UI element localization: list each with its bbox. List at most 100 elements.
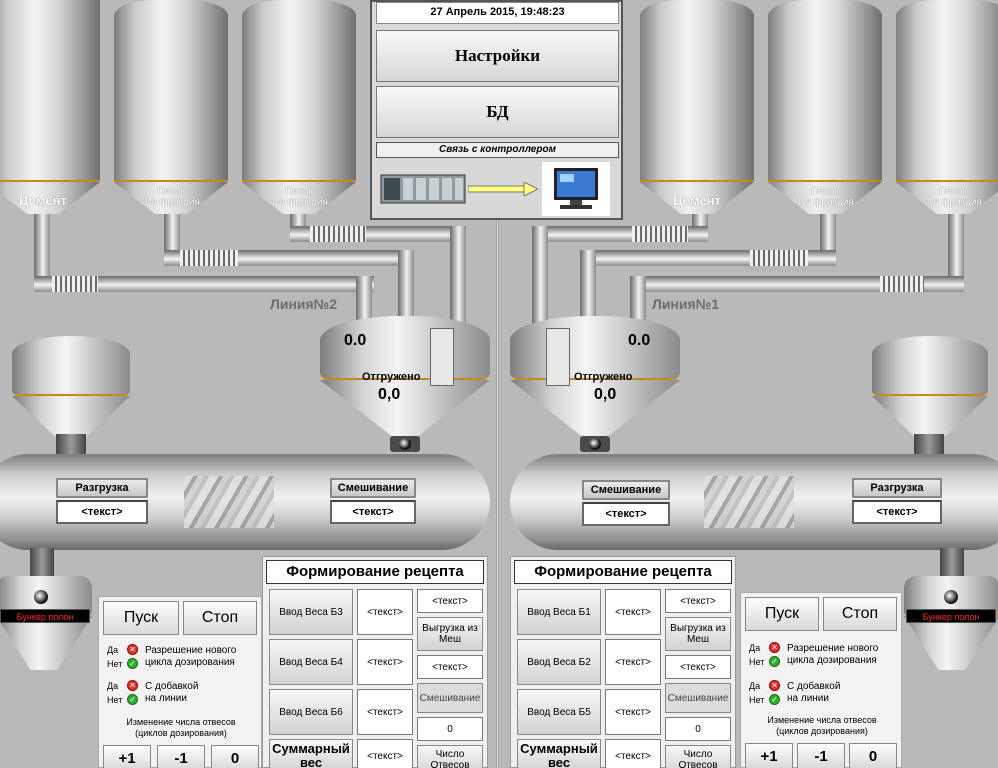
mix-caption: Смешивание xyxy=(582,480,670,500)
valve-right xyxy=(580,436,610,452)
option-no-label: Нет xyxy=(107,659,123,669)
red-cross-icon[interactable]: ✕ xyxy=(769,680,780,691)
bin-neck xyxy=(56,434,86,456)
red-cross-icon[interactable]: ✕ xyxy=(127,644,138,655)
option-yes-label: Да xyxy=(749,681,761,691)
minus-one-button[interactable]: -1 xyxy=(157,745,205,768)
weight-b1-field: <текст> xyxy=(605,589,661,635)
plus-one-button[interactable]: +1 xyxy=(745,743,793,768)
option-new-cycle-text: Разрешение нового цикла дозирования xyxy=(787,643,879,666)
weigher-value: 0.0 xyxy=(628,332,651,349)
silo-label: Песок 1-я фракция xyxy=(796,186,854,208)
mix-caption: Смешивание xyxy=(330,478,416,498)
recipe-title: Формирование рецепта xyxy=(266,560,484,584)
red-cross-icon[interactable]: ✕ xyxy=(127,680,138,691)
db-button[interactable]: БД xyxy=(376,86,619,138)
pipe xyxy=(532,226,548,324)
weigher-left: 0.0 Отгружено 0,0 xyxy=(320,316,490,436)
input-weight-b5-button[interactable]: Ввод Веса Б5 xyxy=(517,689,601,735)
mixer-outlet xyxy=(30,548,54,578)
minus-one-button[interactable]: -1 xyxy=(797,743,845,768)
silo-label: Песок 2-я фракция xyxy=(924,186,982,208)
controller-link-status: Связь с контроллером xyxy=(376,142,619,158)
screw-conveyor xyxy=(180,250,238,266)
unload-bags-button[interactable]: Выгрузка из Меш xyxy=(417,617,483,651)
line-name-right: Линия№1 xyxy=(652,296,720,312)
control-panel-right: Пуск Стоп Да Нет ✕ ✓ Разрешение нового ц… xyxy=(740,592,902,768)
screw-conveyor xyxy=(880,276,924,292)
mixing-button[interactable]: Смешивание xyxy=(417,683,483,713)
additive-bin-cone xyxy=(872,396,988,436)
settings-button[interactable]: Настройки xyxy=(376,30,619,82)
shipped-value: 0,0 xyxy=(594,386,617,403)
option-no-label: Нет xyxy=(749,657,765,667)
output-bunker-cone xyxy=(904,616,998,670)
cycles-change-label: Изменение числа отвесов (циклов дозирова… xyxy=(126,717,236,738)
mix-status-field: <текст> xyxy=(330,500,416,524)
valve-left xyxy=(390,436,420,452)
option-no-label: Нет xyxy=(107,695,123,705)
input-weight-b4-button[interactable]: Ввод Веса Б4 xyxy=(269,639,353,685)
total-weight-field: <текст> xyxy=(357,739,413,768)
green-check-icon[interactable]: ✓ xyxy=(769,656,780,667)
line-divider xyxy=(496,220,499,768)
silo-label: Песок 1-я фракция xyxy=(270,186,328,208)
stop-button[interactable]: Стоп xyxy=(183,601,257,635)
total-weight-label: Суммарный вес xyxy=(517,739,601,768)
mixer-blades-icon xyxy=(704,476,794,528)
weigher-value: 0.0 xyxy=(344,332,367,349)
silo-sand-left-1: Песок 3-я фракция xyxy=(114,0,228,214)
weigher-right: 0.0 Отгружено 0,0 xyxy=(510,316,680,436)
unload-status-field: <текст> xyxy=(56,500,148,524)
input-weight-b6-button[interactable]: Ввод Веса Б6 xyxy=(269,689,353,735)
stop-button[interactable]: Стоп xyxy=(823,597,897,631)
screw-conveyor xyxy=(52,276,98,292)
unload-caption: Разгрузка xyxy=(56,478,148,498)
batch-count-button[interactable]: Число Отвесов xyxy=(417,745,483,768)
bin-neck xyxy=(914,434,944,456)
silo-sand-left-2: Песок 1-я фракция xyxy=(242,0,356,214)
option-additive-text: С добавкой на линии xyxy=(145,681,199,704)
recipe-status-field: <текст> xyxy=(417,589,483,613)
start-button[interactable]: Пуск xyxy=(103,601,179,635)
total-weight-label: Суммарный вес xyxy=(269,739,353,768)
option-new-cycle-text: Разрешение нового цикла дозирования xyxy=(145,645,237,668)
weigher-level-gauge xyxy=(430,328,454,386)
additive-bin-right xyxy=(872,336,988,396)
recipe-title: Формирование рецепта xyxy=(514,560,732,584)
green-check-icon[interactable]: ✓ xyxy=(127,658,138,669)
screw-conveyor xyxy=(750,250,808,266)
recipe-status-field: <текст> xyxy=(665,655,731,679)
start-button[interactable]: Пуск xyxy=(745,597,819,631)
plc-controller-icon xyxy=(380,172,466,206)
option-yes-label: Да xyxy=(749,643,761,653)
weight-b2-field: <текст> xyxy=(605,639,661,685)
green-check-icon[interactable]: ✓ xyxy=(769,694,780,705)
mixing-button[interactable]: Смешивание xyxy=(665,683,731,713)
recipe-panel-left: Формирование рецепта Ввод Веса Б3 <текст… xyxy=(262,556,488,768)
reset-zero-button[interactable]: 0 xyxy=(849,743,897,768)
mixer-blades-icon xyxy=(184,476,274,528)
plus-one-button[interactable]: +1 xyxy=(103,745,151,768)
weight-b6-field: <текст> xyxy=(357,689,413,735)
batch-count-button[interactable]: Число Отвесов xyxy=(665,745,731,768)
silo-cement-right: Цемент xyxy=(640,0,754,214)
unload-bags-button[interactable]: Выгрузка из Меш xyxy=(665,617,731,651)
input-weight-b3-button[interactable]: Ввод Веса Б3 xyxy=(269,589,353,635)
additive-bin-cone xyxy=(12,396,130,436)
center-panel: 27 Апрель 2015, 19:48:23 Настройки БД Св… xyxy=(370,0,623,220)
screw-conveyor xyxy=(310,226,366,242)
red-cross-icon[interactable]: ✕ xyxy=(769,642,780,653)
total-weight-field: <текст> xyxy=(605,739,661,768)
option-yes-label: Да xyxy=(107,681,119,691)
green-check-icon[interactable]: ✓ xyxy=(127,694,138,705)
pipe xyxy=(450,226,466,324)
input-weight-b1-button[interactable]: Ввод Веса Б1 xyxy=(517,589,601,635)
line-name-left: Линия№2 xyxy=(270,296,338,312)
reset-zero-button[interactable]: 0 xyxy=(211,745,259,768)
silo-sand-right-1: Песок 1-я фракция xyxy=(768,0,882,214)
input-weight-b2-button[interactable]: Ввод Веса Б2 xyxy=(517,639,601,685)
silo-sand-right-2: Песок 2-я фракция xyxy=(896,0,998,214)
recipe-status-field: <текст> xyxy=(665,589,731,613)
cycles-change-label: Изменение числа отвесов (циклов дозирова… xyxy=(767,715,877,736)
